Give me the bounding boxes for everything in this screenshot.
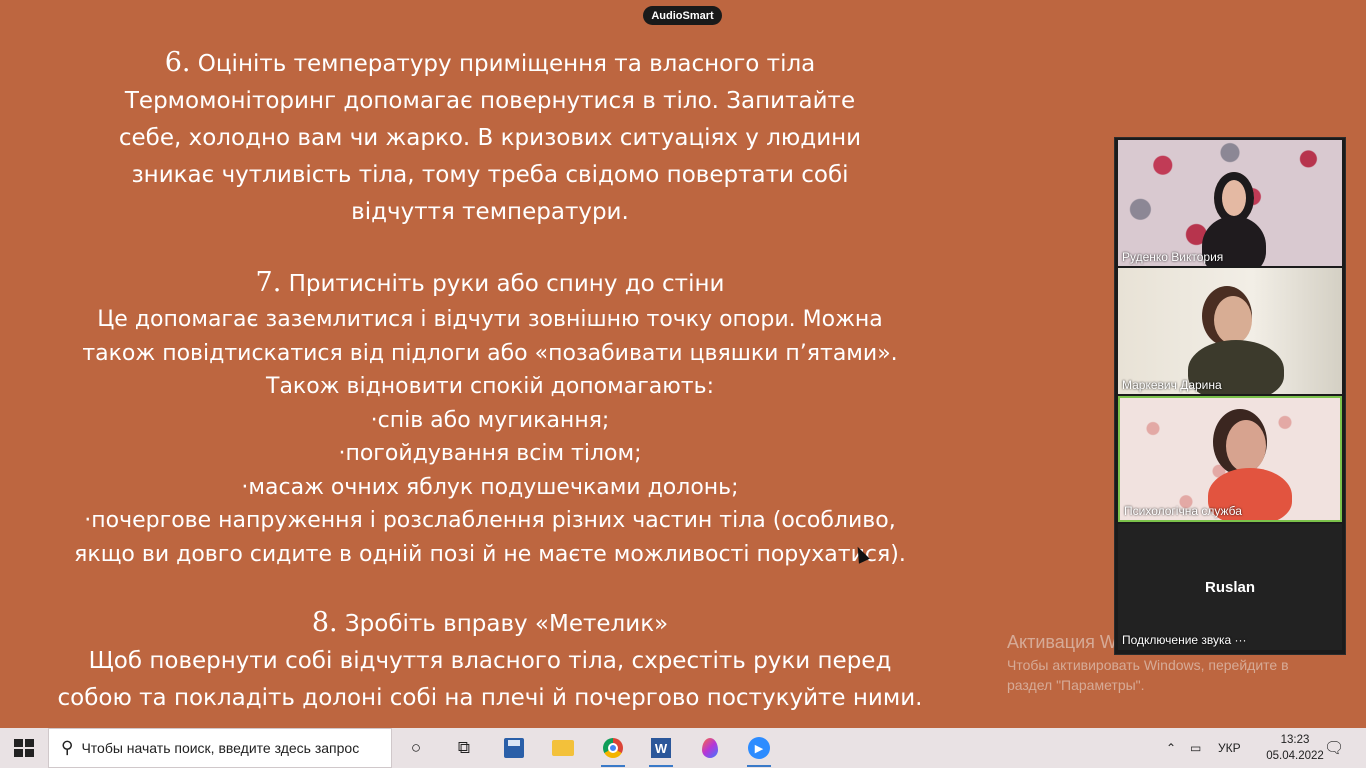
slide-line: Термомоніторинг допомагає повернутися в … bbox=[124, 88, 856, 114]
slide-text: 6. Оцініть температуру приміщення та вла… bbox=[0, 44, 980, 717]
participant-video-icon bbox=[1226, 420, 1266, 472]
search-placeholder: Чтобы начать поиск, введите здесь запрос bbox=[81, 740, 360, 756]
slide-line: якщо ви довго сидите в одній позі й не м… bbox=[74, 541, 906, 567]
slide-line: Щоб повернути собі відчуття власного тіл… bbox=[88, 648, 892, 674]
clock-date: 05.04.2022 bbox=[1266, 750, 1324, 762]
slide-heading-7: 7. Притисніть руки або спину до стіни bbox=[255, 267, 725, 298]
slide-heading-6: 6. Оцініть температуру приміщення та вла… bbox=[164, 47, 816, 78]
participant-tile[interactable]: Маркевич Дарина bbox=[1118, 268, 1342, 394]
participant-tile[interactable]: Ruslan Подключение звука ··· bbox=[1118, 524, 1342, 650]
slide-line: відчуття температури. bbox=[351, 199, 629, 225]
participant-tile[interactable]: Руденко Виктория bbox=[1118, 140, 1342, 266]
notifications-icon[interactable]: 🗨 bbox=[1324, 728, 1344, 768]
slide-line: ·масаж очних яблук подушечками долонь; bbox=[241, 474, 739, 500]
participant-center-name: Ruslan bbox=[1204, 579, 1255, 596]
participant-status: Подключение звука ··· bbox=[1122, 633, 1247, 647]
slide-line: ·почергове напруження і розслаблення різ… bbox=[84, 508, 896, 533]
video-participants-panel: Руденко Виктория Маркевич Дарина Психоло… bbox=[1114, 137, 1346, 655]
taskbar-clock[interactable]: 13:23 05.04.2022 bbox=[1262, 732, 1328, 764]
windows-start-icon[interactable] bbox=[14, 739, 34, 757]
participant-video-icon bbox=[1214, 296, 1252, 344]
participant-name: Руденко Виктория bbox=[1122, 250, 1224, 264]
participant-name: Маркевич Дарина bbox=[1122, 378, 1222, 392]
windows-taskbar: ⚲ Чтобы начать поиск, введите здесь запр… bbox=[0, 728, 1366, 768]
chrome-icon[interactable] bbox=[597, 732, 629, 767]
cortana-icon[interactable]: ○ bbox=[400, 732, 432, 764]
app-save-icon[interactable] bbox=[498, 732, 530, 764]
battery-icon[interactable]: ▭ bbox=[1190, 728, 1201, 768]
slide-line: зникає чутливість тіла, тому треба свідо… bbox=[131, 162, 849, 188]
search-icon: ⚲ bbox=[61, 738, 74, 757]
slide-line: Також відновити спокій допомагають: bbox=[266, 374, 714, 399]
slide-line: Це допомагає заземлитися і відчути зовні… bbox=[97, 307, 883, 332]
audiosmart-badge: AudioSmart bbox=[643, 6, 722, 25]
slide-line: себе, холодно вам чи жарко. В кризових с… bbox=[118, 125, 862, 151]
participant-name: Психологічна служба bbox=[1124, 504, 1242, 518]
slide-line: ·погойдування всім тілом; bbox=[338, 441, 642, 466]
task-view-icon[interactable]: ⧉ bbox=[448, 732, 480, 764]
slide-heading-8: 8. Зробіть вправу «Метелик» bbox=[311, 607, 669, 638]
word-icon[interactable]: W bbox=[645, 732, 677, 767]
file-explorer-icon[interactable] bbox=[547, 732, 579, 764]
slide-line: також повідтискатися від підлоги або «по… bbox=[82, 340, 898, 366]
language-indicator[interactable]: УКР bbox=[1218, 728, 1241, 768]
participant-tile-active-speaker[interactable]: Психологічна служба bbox=[1118, 396, 1342, 522]
slide-line: ·спів або мугикання; bbox=[370, 407, 610, 433]
taskbar-search-box[interactable]: ⚲ Чтобы начать поиск, введите здесь запр… bbox=[48, 728, 392, 768]
clock-time: 13:23 bbox=[1280, 734, 1310, 746]
watermark-subtitle: Чтобы активировать Windows, перейдите в … bbox=[1007, 657, 1289, 693]
zoom-icon[interactable]: ▶ bbox=[743, 732, 775, 767]
slide-line: собою та покладіть долоні собі на плечі … bbox=[57, 685, 923, 711]
tray-chevron-up-icon[interactable]: ⌃ bbox=[1166, 728, 1176, 768]
color-app-icon[interactable] bbox=[694, 732, 726, 764]
